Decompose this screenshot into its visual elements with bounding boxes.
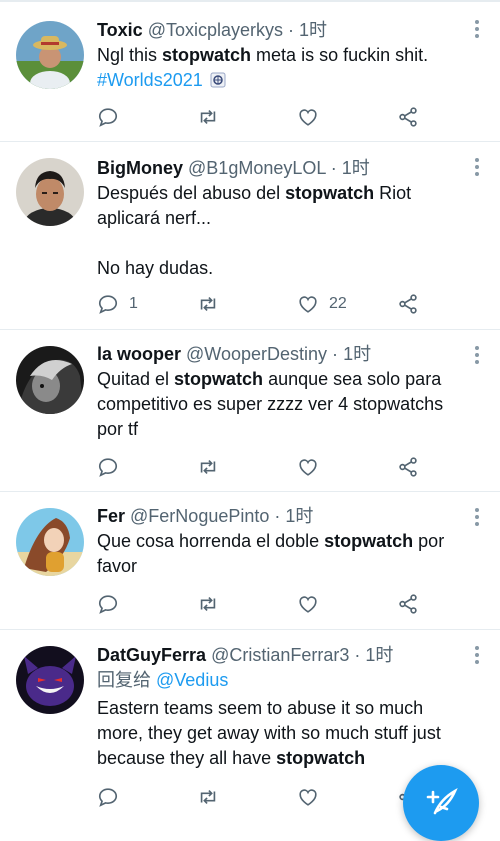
tweet-card[interactable]: Fer @FerNoguePinto · 1时 Que cosa horrend… (0, 492, 500, 630)
text-segment: Quitad el (97, 369, 175, 389)
reply-button[interactable] (97, 104, 129, 130)
reply-icon (98, 595, 118, 614)
more-options-icon[interactable] (474, 346, 480, 366)
author-name[interactable]: la wooper (97, 344, 181, 364)
separator-dot: · (354, 645, 361, 665)
tweet-text: Ngl this stopwatch meta is so fuckin shi… (97, 43, 466, 93)
more-options-icon[interactable] (474, 158, 480, 178)
like-button[interactable] (297, 591, 329, 617)
highlight-keyword: stopwatch (174, 369, 264, 389)
highlight-keyword: stopwatch (276, 748, 366, 768)
share-button[interactable] (397, 591, 419, 617)
retweet-button[interactable] (197, 454, 219, 480)
author-handle[interactable]: @B1gMoneyLOL (188, 158, 326, 178)
compose-tweet-icon (426, 787, 458, 815)
text-segment: Después del abuso del (97, 183, 286, 203)
avatar[interactable] (16, 646, 84, 714)
like-button[interactable] (297, 104, 329, 130)
like-button[interactable]: 22 (297, 291, 347, 317)
like-icon (299, 296, 317, 313)
share-icon (399, 294, 417, 314)
avatar[interactable] (16, 21, 84, 89)
like-button[interactable] (297, 784, 329, 810)
tweet-text: Que cosa horrenda el doble stopwatch por… (97, 529, 466, 579)
more-options-icon[interactable] (474, 646, 480, 666)
author-handle[interactable]: @FerNoguePinto (130, 506, 269, 526)
reply-button[interactable] (97, 591, 129, 617)
reply-icon (98, 295, 118, 314)
avatar[interactable] (16, 158, 84, 226)
timestamp[interactable]: 1时 (299, 20, 327, 40)
reply-context: 回复给 @Vedius (97, 668, 466, 693)
avatar[interactable] (16, 346, 84, 414)
retweet-icon (200, 296, 216, 312)
author-name[interactable]: DatGuyFerra (97, 645, 206, 665)
highlight-keyword: stopwatch (162, 45, 252, 65)
author-handle[interactable]: @CristianFerrar3 (211, 645, 349, 665)
mention-link[interactable]: @Vedius (156, 670, 228, 690)
retweet-button[interactable] (197, 291, 219, 317)
reply-icon (98, 108, 118, 127)
text-segment: No hay dudas. (97, 258, 214, 278)
reply-count: 1 (129, 295, 138, 312)
author-name[interactable]: BigMoney (97, 158, 183, 178)
share-button[interactable] (397, 454, 419, 480)
retweet-icon (200, 459, 216, 475)
author-handle[interactable]: @WooperDestiny (186, 344, 327, 364)
retweet-button[interactable] (197, 591, 219, 617)
tweet-card[interactable]: BigMoney @B1gMoneyLOL · 1时 Después del a… (0, 142, 500, 330)
tweet-text: Después del abuso del stopwatch Riot apl… (97, 181, 466, 281)
separator-dot: · (274, 506, 281, 526)
retweet-button[interactable] (197, 104, 219, 130)
tweet-text: Quitad el stopwatch aunque sea solo para… (97, 367, 466, 442)
like-icon (299, 109, 317, 126)
author-name[interactable]: Toxic (97, 20, 143, 40)
like-icon (299, 596, 317, 613)
timestamp[interactable]: 1时 (365, 645, 393, 665)
text-segment: meta is so fuckin shit. (251, 45, 429, 65)
author-name[interactable]: Fer (97, 506, 125, 526)
text-segment: Ngl this (97, 45, 163, 65)
hashtag-link[interactable]: #Worlds2021 (97, 70, 203, 90)
avatar[interactable] (16, 508, 84, 576)
separator-dot: · (288, 20, 295, 40)
separator-dot: · (330, 158, 337, 178)
retweet-icon (200, 789, 216, 805)
timestamp[interactable]: 1时 (342, 158, 370, 178)
tweet-card[interactable]: la wooper @WooperDestiny · 1时 Quitad el … (0, 330, 500, 492)
reply-button[interactable] (97, 454, 129, 480)
share-button[interactable] (397, 291, 419, 317)
timestamp[interactable]: 1时 (343, 344, 371, 364)
like-count: 22 (329, 295, 347, 312)
worlds-emoji-icon (210, 70, 226, 88)
like-button[interactable] (297, 454, 329, 480)
reply-button[interactable] (97, 784, 129, 810)
like-icon (299, 459, 317, 476)
author-handle[interactable]: @Toxicplayerkys (148, 20, 283, 40)
reply-button[interactable]: 1 (97, 291, 138, 317)
reply-label: 回复给 (97, 670, 157, 690)
reply-icon (98, 788, 118, 807)
highlight-keyword: stopwatch (324, 531, 414, 551)
more-options-icon[interactable] (474, 508, 480, 528)
share-icon (399, 107, 417, 127)
tweet-text: Eastern teams seem to abuse it so much m… (97, 696, 466, 771)
separator-dot: · (332, 344, 339, 364)
text-segment: Eastern teams seem to abuse it so much m… (97, 698, 441, 768)
share-button[interactable] (397, 104, 419, 130)
share-icon (399, 594, 417, 614)
reply-icon (98, 458, 118, 477)
retweet-icon (200, 596, 216, 612)
retweet-icon (200, 109, 216, 125)
text-segment: Que cosa horrenda el doble (97, 531, 325, 551)
retweet-button[interactable] (197, 784, 219, 810)
tweet-card[interactable]: Toxic @Toxicplayerkys · 1时 Ngl this stop… (0, 0, 500, 142)
highlight-keyword: stopwatch (285, 183, 375, 203)
more-options-icon[interactable] (474, 20, 480, 40)
timestamp[interactable]: 1时 (285, 506, 313, 526)
share-icon (399, 457, 417, 477)
like-icon (299, 789, 317, 806)
compose-tweet-button[interactable] (403, 765, 479, 841)
